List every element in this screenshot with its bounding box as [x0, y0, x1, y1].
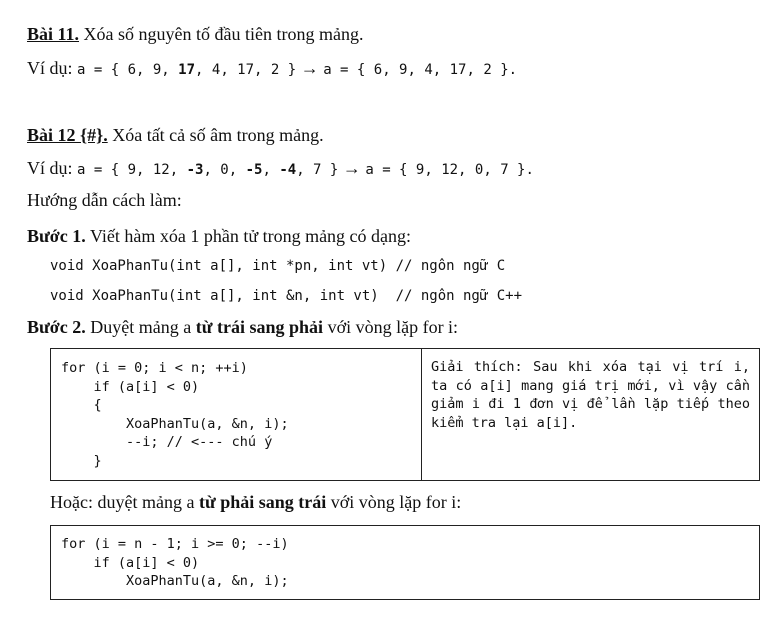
step1: Bước 1. Viết hàm xóa 1 phần tử trong mản… [27, 225, 411, 247]
alt-post: với vòng lặp for i: [326, 492, 462, 512]
code-c-signature: void XoaPhanTu(int a[], int *pn, int vt)… [50, 258, 506, 274]
code-box-1-code: for (i = 0; i < n; ++i) if (a[i] < 0) { … [61, 360, 289, 469]
bai11-title-line: Bài 11. Xóa số nguyên tố đầu tiên trong … [27, 23, 363, 45]
step2-post: với vòng lặp for i: [323, 317, 459, 337]
bai11-ex-post: a = { 6, 9, 4, 17, 2 }. [323, 62, 518, 78]
code-box-2-code: for (i = n - 1; i >= 0; --i) if (a[i] < … [61, 536, 289, 589]
bai11-heading: Bài 11. [27, 24, 80, 44]
bai11-example-label: Ví dụ: [27, 58, 78, 78]
bai12-ex-b3: -4 [279, 162, 297, 178]
bai11-example: Ví dụ: a = { 6, 9, 17, 4, 17, 2 } → a = … [27, 57, 517, 81]
bai11-title: Xóa số nguyên tố đầu tiên trong mảng. [79, 24, 364, 44]
code-box-1: for (i = 0; i < n; ++i) if (a[i] < 0) { … [50, 348, 760, 481]
bai12-title-line: Bài 12 {#}. Xóa tất cả số âm trong mảng. [27, 124, 324, 146]
step2-label: Bước 2. [27, 317, 86, 337]
step2: Bước 2. Duyệt mảng a từ trái sang phải v… [27, 316, 458, 338]
alt-pre: Hoặc: duyệt mảng a [50, 492, 199, 512]
bai11-ex-mid: , 4, 17, 2 } [195, 62, 297, 78]
bai12-ex-b1: -3 [186, 162, 204, 178]
bai12-ex-c: , 0, [203, 162, 246, 178]
bai12-ex-e: , 7 } [296, 162, 339, 178]
arrow-icon: → [296, 58, 324, 78]
step2-bold: từ trái sang phải [195, 317, 324, 337]
bai12-heading: Bài 12 {#}. [27, 125, 108, 145]
code-box-2: for (i = n - 1; i >= 0; --i) if (a[i] < … [50, 525, 760, 600]
step2-pre: Duyệt mảng a [85, 317, 196, 337]
alt-line: Hoặc: duyệt mảng a từ phải sang trái với… [50, 491, 461, 513]
arrow-icon: → [338, 158, 366, 178]
bai12-title: Xóa tất cả số âm trong mảng. [107, 125, 324, 145]
step1-label: Bước 1. [27, 226, 86, 246]
bai12-example-label: Ví dụ: [27, 158, 78, 178]
code-box-1-explanation: Giải thích: Sau khi xóa tại vị trí i, ta… [421, 349, 759, 480]
step1-text: Viết hàm xóa 1 phần tử trong mảng có dạn… [85, 226, 412, 246]
guide-text: Hướng dẫn cách làm: [27, 190, 182, 210]
bai11-ex-pre: a = { 6, 9, [77, 62, 179, 78]
bai12-example: Ví dụ: a = { 9, 12, -3, 0, -5, -4, 7 } →… [27, 157, 534, 181]
bai12-ex-b2: -5 [245, 162, 263, 178]
alt-bold: từ phải sang trái [198, 492, 327, 512]
bai11-ex-bold: 17 [178, 62, 196, 78]
bai12-ex-post: a = { 9, 12, 0, 7 }. [365, 162, 534, 178]
code-cpp-signature: void XoaPhanTu(int a[], int &n, int vt) … [50, 288, 523, 304]
bai12-ex-d: , [262, 162, 280, 178]
bai12-ex-a: a = { 9, 12, [77, 162, 187, 178]
